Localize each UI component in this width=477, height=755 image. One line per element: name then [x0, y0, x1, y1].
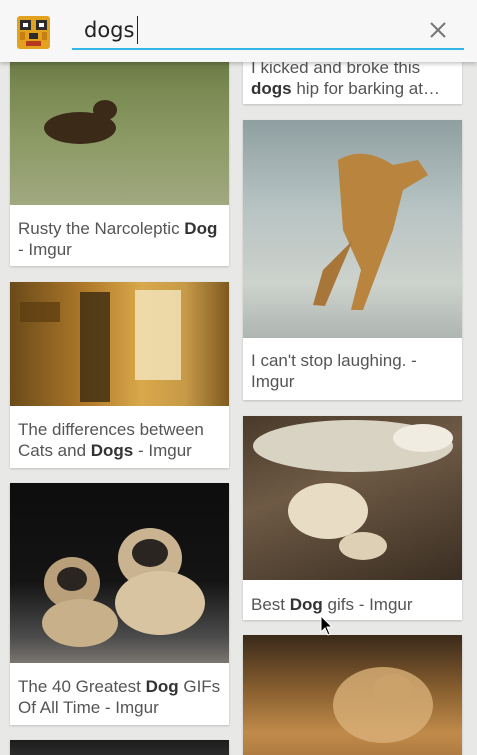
- result-card[interactable]: [243, 635, 462, 755]
- result-thumbnail[interactable]: [10, 483, 229, 663]
- result-thumbnail[interactable]: [10, 740, 229, 755]
- search-bar: [0, 0, 477, 62]
- result-card[interactable]: I can't stop laughing. - Imgur: [243, 120, 462, 400]
- text-caret: [137, 16, 138, 44]
- image-search-app: Rusty the Narcoleptic Dog - Imgur The di…: [0, 0, 477, 755]
- result-thumbnail[interactable]: [10, 40, 229, 205]
- result-thumbnail[interactable]: [243, 416, 462, 580]
- result-card[interactable]: Rusty the Narcoleptic Dog - Imgur: [10, 40, 229, 266]
- result-card[interactable]: The 40 Greatest Dog GIFs Of All Time - I…: [10, 483, 229, 725]
- result-caption: Rusty the Narcoleptic Dog - Imgur: [18, 219, 218, 259]
- search-input[interactable]: [72, 12, 464, 50]
- result-thumbnail[interactable]: [243, 635, 462, 755]
- result-caption: I kicked and broke this dogs hip for bar…: [251, 58, 440, 98]
- close-icon: [430, 22, 446, 38]
- result-caption: The 40 Greatest Dog GIFs Of All Time - I…: [18, 677, 221, 717]
- result-caption: Best Dog gifs - Imgur: [251, 595, 413, 614]
- result-card[interactable]: [10, 740, 229, 755]
- result-thumbnail[interactable]: [10, 282, 229, 406]
- app-logo-icon[interactable]: [17, 16, 50, 49]
- result-caption: I can't stop laughing. - Imgur: [251, 351, 417, 391]
- result-card[interactable]: The differences between Cats and Dogs - …: [10, 282, 229, 468]
- result-thumbnail[interactable]: [243, 120, 462, 338]
- mouse-cursor-icon: [320, 615, 334, 636]
- result-caption: The differences between Cats and Dogs - …: [18, 420, 204, 460]
- result-card[interactable]: Best Dog gifs - Imgur: [243, 416, 462, 620]
- clear-search-button[interactable]: [424, 16, 452, 44]
